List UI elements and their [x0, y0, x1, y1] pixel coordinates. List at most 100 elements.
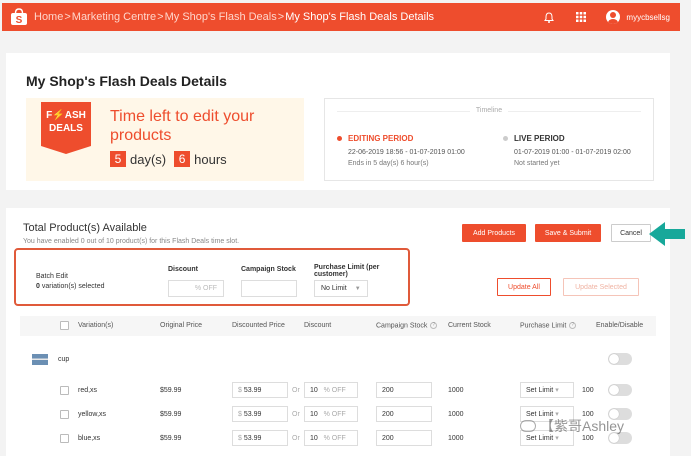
timeline-panel: Timeline EDITING PERIOD 22-06-2019 18:56…: [324, 98, 654, 181]
batch-edit-title: Batch Edit: [36, 273, 68, 280]
live-period-status: Not started yet: [514, 160, 560, 167]
product-enable-toggle[interactable]: [608, 353, 632, 365]
update-selected-button[interactable]: Update Selected: [563, 278, 639, 296]
breadcrumb-home[interactable]: Home: [34, 11, 63, 23]
or-label: Or: [292, 411, 300, 418]
shopee-logo-icon[interactable]: S: [10, 8, 28, 26]
username-label[interactable]: myycbsellsg: [626, 13, 670, 22]
help-icon[interactable]: ?: [430, 322, 438, 329]
breadcrumb-separator: >: [157, 11, 164, 23]
apps-grid-icon[interactable]: [574, 10, 588, 24]
top-navigation-bar: S Home > Marketing Centre > My Shop's Fl…: [2, 3, 680, 31]
batch-limit-select[interactable]: No Limit ▼: [314, 280, 368, 297]
product-thumbnail: [32, 354, 48, 365]
add-products-button[interactable]: Add Products: [462, 224, 526, 242]
help-icon[interactable]: ?: [569, 322, 577, 329]
table-header: Variation(s) Original Price Discounted P…: [20, 316, 656, 336]
hours-label: hours: [194, 151, 227, 167]
header-enable-disable: Enable/Disable: [596, 322, 644, 329]
product-name: cup: [58, 356, 70, 363]
row-checkbox[interactable]: [60, 386, 69, 395]
campaign-stock-input[interactable]: 200: [376, 406, 432, 422]
discounted-price-input[interactable]: $ 53.99: [232, 382, 288, 398]
discounted-price-input[interactable]: $ 53.99: [232, 406, 288, 422]
page-title: My Shop's Flash Deals Details: [26, 73, 227, 89]
original-price: $59.99: [160, 411, 182, 418]
breadcrumb-marketing-centre[interactable]: Marketing Centre: [72, 11, 156, 23]
batch-stock-header: Campaign Stock: [241, 266, 296, 273]
percent-off-suffix: % OFF: [323, 386, 346, 394]
timeline-title: Timeline: [325, 107, 653, 114]
percent-off-suffix: % OFF: [323, 434, 346, 442]
batch-discount-header: Discount: [168, 266, 198, 273]
header-variations: Variation(s): [78, 322, 114, 329]
time-left-banner: F⚡ASH DEALS Time left to edit your produ…: [26, 98, 304, 181]
cancel-button[interactable]: Cancel: [611, 224, 651, 242]
campaign-stock-input[interactable]: 200: [376, 382, 432, 398]
flash-deals-badge: F⚡ASH DEALS: [41, 102, 91, 146]
editing-period-dates: 22-06-2019 18:56 - 01-07-2019 01:00: [348, 149, 465, 156]
watermark: 【紫哥Ashley: [520, 416, 624, 436]
limit-mode: Set Limit: [526, 386, 554, 394]
header-purchase-limit: Purchase Limit ?: [520, 322, 577, 329]
currency-symbol: $: [238, 410, 242, 418]
batch-selected-summary: 0 variation(s) selected: [36, 283, 105, 290]
days-value: 5: [110, 151, 126, 167]
notification-bell-icon[interactable]: [542, 10, 556, 24]
header-current-stock: Current Stock: [448, 322, 491, 329]
current-stock: 1000: [448, 387, 464, 394]
editing-period-title: EDITING PERIOD: [348, 134, 414, 143]
breadcrumb-flash-deals[interactable]: My Shop's Flash Deals: [165, 11, 277, 23]
or-label: Or: [292, 387, 300, 394]
row-checkbox[interactable]: [60, 434, 69, 443]
discount-value: 10: [310, 386, 318, 394]
days-label: day(s): [130, 151, 167, 167]
breadcrumb-separator: >: [277, 11, 285, 23]
time-left-text: Time left to edit your products: [110, 108, 255, 144]
batch-selected-text: variation(s) selected: [41, 283, 105, 290]
total-products-subtitle: You have enabled 0 out of 10 product(s) …: [23, 238, 240, 245]
user-avatar[interactable]: [606, 10, 621, 24]
select-all-checkbox[interactable]: [60, 321, 69, 330]
breadcrumb-current-page: My Shop's Flash Deals Details: [285, 11, 435, 23]
discount-input[interactable]: 10 % OFF: [304, 430, 358, 446]
save-submit-button[interactable]: Save & Submit: [535, 224, 601, 242]
discount-input[interactable]: 10 % OFF: [304, 406, 358, 422]
table-row: red,xs $59.99 $ 53.99 Or 10 % OFF 200 10…: [20, 380, 656, 404]
update-all-button[interactable]: Update All: [497, 278, 551, 296]
countdown: 5 day(s) 6 hours: [110, 151, 227, 167]
campaign-stock-input[interactable]: 200: [376, 430, 432, 446]
live-period-dates: 01-07-2019 01:00 - 01-07-2019 02:00: [514, 149, 631, 156]
annotation-arrow-icon: [649, 222, 685, 246]
product-row: cup: [20, 348, 656, 372]
discounted-price-value: 53.99: [243, 434, 262, 442]
live-period-dot-icon: [503, 136, 508, 141]
batch-discount-input[interactable]: % OFF: [168, 280, 224, 297]
batch-stock-input[interactable]: [241, 280, 297, 297]
variation-enable-toggle[interactable]: [608, 384, 632, 396]
batch-limit-value: No Limit: [321, 285, 347, 292]
live-period: LIVE PERIOD 01-07-2019 01:00 - 01-07-201…: [503, 134, 631, 167]
discounted-price-input[interactable]: $ 53.99: [232, 430, 288, 446]
original-price: $59.99: [160, 435, 182, 442]
row-checkbox[interactable]: [60, 410, 69, 419]
variation-name: yellow,xs: [78, 411, 107, 418]
discount-input[interactable]: 10 % OFF: [304, 382, 358, 398]
limit-select[interactable]: Set Limit ▾: [520, 382, 574, 398]
limit-value[interactable]: 100: [582, 387, 594, 394]
discount-value: 10: [310, 410, 318, 418]
percent-off-suffix: % OFF: [323, 410, 346, 418]
limit-value[interactable]: 100: [582, 435, 594, 442]
flash-deals-badge-line1: F⚡ASH: [46, 110, 86, 121]
current-stock: 1000: [448, 435, 464, 442]
editing-period: EDITING PERIOD 22-06-2019 18:56 - 01-07-…: [337, 134, 465, 167]
discounted-price-value: 53.99: [243, 386, 262, 394]
currency-symbol: $: [238, 386, 242, 394]
flash-deal-details-card: My Shop's Flash Deals Details F⚡ASH DEAL…: [6, 53, 670, 190]
discount-value: 10: [310, 434, 318, 442]
batch-edit-panel: Batch Edit 0 variation(s) selected Disco…: [14, 248, 410, 306]
header-original-price: Original Price: [160, 322, 203, 329]
flash-deals-badge-ribbon: [41, 146, 91, 154]
timeline-title-text: Timeline: [469, 107, 509, 114]
currency-symbol: $: [238, 434, 242, 442]
